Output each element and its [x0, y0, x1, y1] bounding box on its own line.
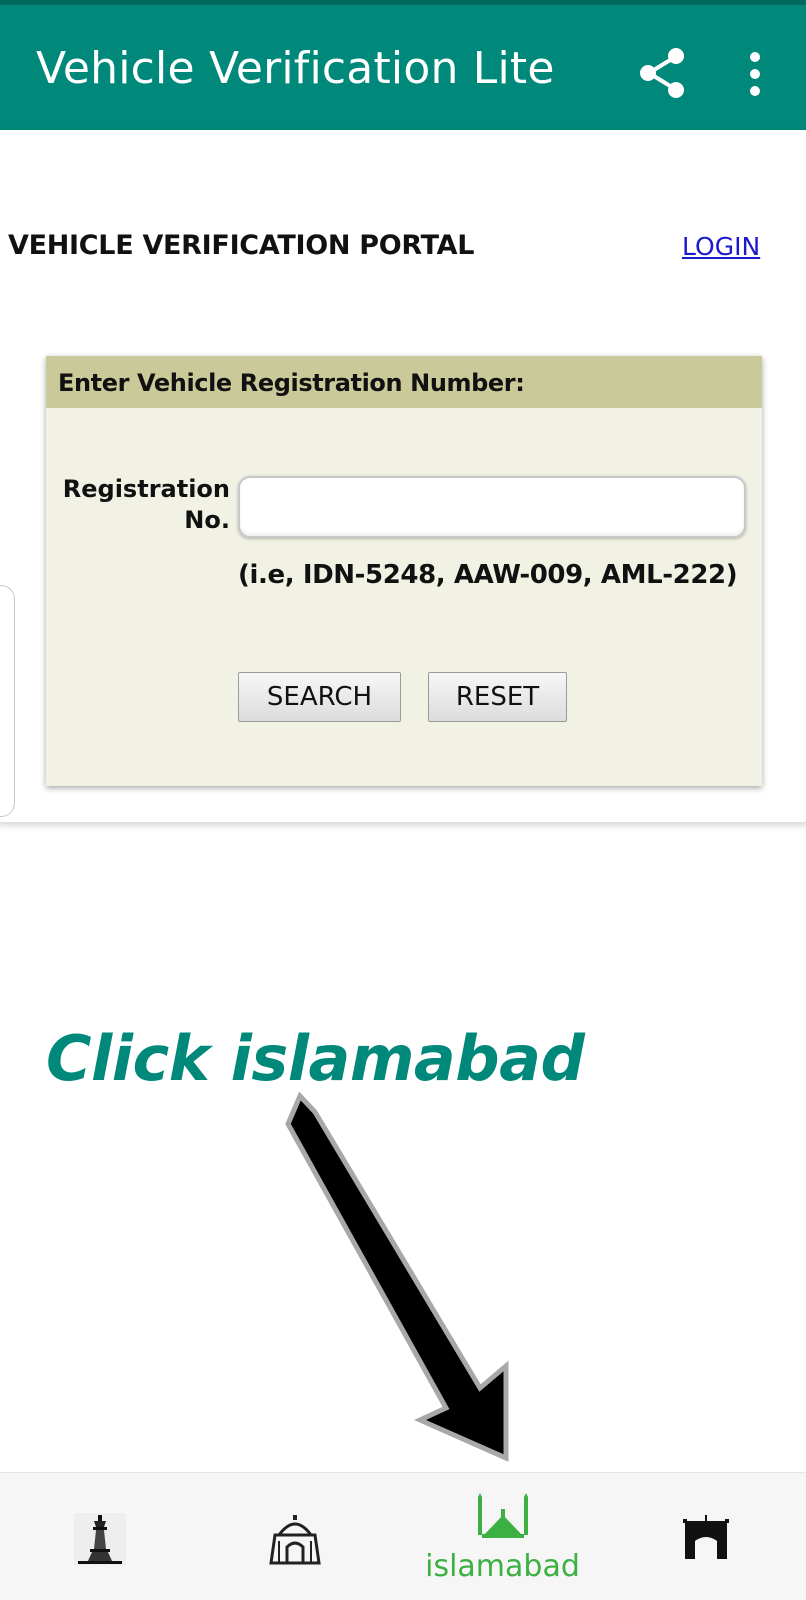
portal-title: VEHICLE VERIFICATION PORTAL [8, 230, 475, 261]
form-header: Enter Vehicle Registration Number: [46, 356, 762, 408]
reset-button[interactable]: RESET [428, 672, 567, 722]
nav-item-minar[interactable] [0, 1473, 201, 1600]
bottom-navigation: islamabad [0, 1472, 806, 1600]
nav-item-gate[interactable] [603, 1473, 804, 1600]
form-header-text: Enter Vehicle Registration Number: [58, 369, 525, 397]
login-link[interactable]: LOGIN [682, 232, 760, 261]
side-panel-edge [0, 585, 15, 817]
registration-label-line2: No. [184, 506, 230, 534]
nav-item-islamabad[interactable]: islamabad [402, 1473, 603, 1600]
more-vert-icon[interactable] [740, 47, 770, 103]
nav-label-islamabad: islamabad [425, 1549, 580, 1584]
instruction-annotation: Click islamabad [46, 1022, 585, 1095]
mosque-icon [478, 1493, 528, 1538]
gate-icon [683, 1515, 729, 1559]
nav-item-mausoleum[interactable] [201, 1473, 402, 1600]
registration-example-hint: (i.e, IDN-5248, AAW-009, AML-222) [238, 560, 738, 590]
minar-tower-icon [74, 1513, 126, 1565]
registration-label: Registration No. [60, 474, 230, 536]
app-title: Vehicle Verification Lite [36, 43, 555, 94]
search-button[interactable]: SEARCH [238, 672, 401, 722]
mausoleum-icon [269, 1515, 321, 1565]
registration-input[interactable] [238, 476, 746, 538]
registration-form-panel: Enter Vehicle Registration Number: Regis… [46, 356, 762, 786]
arrow-down-right-icon [270, 1090, 550, 1470]
share-icon[interactable] [635, 45, 691, 101]
registration-label-line1: Registration [62, 475, 230, 503]
app-bar: Vehicle Verification Lite [0, 0, 806, 130]
